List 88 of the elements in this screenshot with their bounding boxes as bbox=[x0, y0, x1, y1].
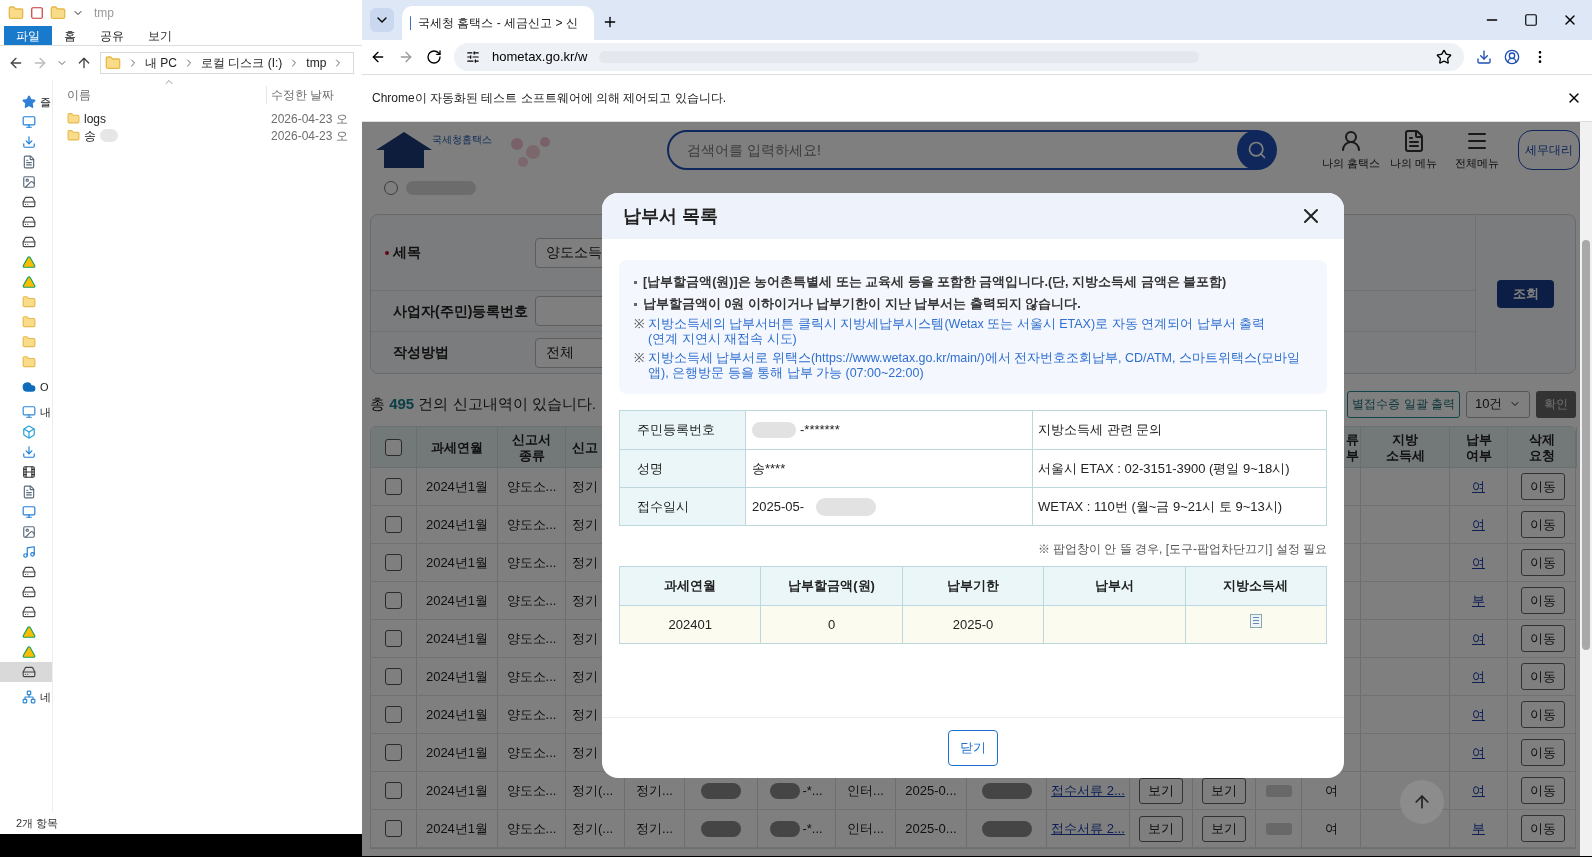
table-cell-text: 양도소... bbox=[506, 667, 557, 686]
column-header: 지방소득세 bbox=[1223, 577, 1289, 596]
info-label: 성명 bbox=[637, 459, 663, 478]
table-cell-text: 여 bbox=[1324, 819, 1338, 838]
table-cell-text: 정기 bbox=[572, 667, 598, 686]
table-cell-text: 정기(... bbox=[572, 819, 614, 838]
notice-text: 지방소득세 납부서로 위택스(https://www.wetax.go.kr/main/)에서 전자번호조회납부, CD/ATM, 스마트위택스(모바일앱), 은행방문 등을 통해 납부 가능 (07:00~22:00) bbox=[648, 351, 1302, 381]
notice-text: [납부할금액(원)]은 농어촌특별세 또는 교육세 등을 포함한 금액입니다.(단, 지방소득세 금액은 불포함) bbox=[643, 274, 1227, 291]
table-cell-text: 2024년1월 bbox=[425, 705, 489, 724]
table-cell-text: 2024년1월 bbox=[425, 667, 489, 686]
column-header: 납부기한 bbox=[947, 577, 999, 596]
table-cell-text: 여 bbox=[1324, 781, 1338, 800]
column-header: 납부 여부 bbox=[1465, 431, 1492, 464]
table-cell-text: 2024년1월 bbox=[425, 515, 489, 534]
file-name: 송 bbox=[84, 127, 96, 145]
table-cell-text: 양도소... bbox=[506, 743, 557, 762]
column-header: 신고 bbox=[572, 439, 598, 456]
table-cell-text: 정기 bbox=[572, 591, 598, 610]
filter-label: 사업자(주민)등록번호 bbox=[393, 301, 529, 321]
table-cell-text: 정기 bbox=[572, 477, 598, 496]
table-cell-text: 2024년1월 bbox=[425, 819, 489, 838]
column-header: 삭제 요청 bbox=[1529, 431, 1555, 464]
table-cell-text: 양도소... bbox=[506, 819, 557, 838]
table-cell-text: 양도소... bbox=[506, 629, 557, 648]
dialog-title: 납부서 목록 bbox=[623, 204, 718, 228]
nav-pane-label: O bbox=[40, 379, 49, 395]
info-label: 주민등록번호 bbox=[637, 421, 715, 440]
table-cell-text: 양도소... bbox=[506, 705, 557, 724]
filter-label: 작성방법 bbox=[393, 343, 449, 362]
column-header: 과세연월 bbox=[431, 439, 483, 456]
info-value: -******* bbox=[800, 421, 840, 440]
table-cell-text: 2025-0... bbox=[905, 781, 957, 800]
table-cell-text: 정기 bbox=[572, 515, 598, 534]
modified-date: 2026-04-23 오 bbox=[270, 110, 348, 128]
table-cell-text: 2024년1월 bbox=[425, 629, 489, 648]
column-header: 류 부 bbox=[1346, 431, 1359, 464]
table-cell-text: -*... bbox=[802, 781, 823, 800]
window-title: tmp bbox=[94, 5, 114, 22]
filter-label: 세목 bbox=[393, 243, 421, 262]
contact-text: 서울시 ETAX : 02-3151-3900 (평일 9~18시) bbox=[1038, 459, 1290, 478]
table-cell-text: 양도소... bbox=[506, 553, 557, 572]
table-cell-text: 정기 bbox=[572, 743, 598, 762]
result-summary: 총 495 건의 신고내역이 있습니다. bbox=[370, 393, 596, 414]
notice-text: 지방소득세의 납부서버튼 클릭시 지방세납부시스템(Wetax 또는 서울시 ETAX)로 자동 연계되어 납부서 출력 (연계 지연시 재접속 시도) bbox=[648, 317, 1265, 347]
table-cell-text: 인터... bbox=[847, 781, 884, 800]
table-cell-text: 양도소... bbox=[506, 591, 557, 610]
table-cell-text: 2024년1월 bbox=[425, 743, 489, 762]
table-cell-text: 정기... bbox=[636, 781, 673, 800]
table-cell-text: 0 bbox=[828, 615, 836, 634]
table-cell-text: 인터... bbox=[847, 819, 884, 838]
nav-pane-label: 내 bbox=[40, 404, 51, 420]
column-header: 납부서 bbox=[1094, 577, 1134, 596]
table-cell-text: 2024년1월 bbox=[425, 553, 489, 572]
remark-mark: ※ bbox=[634, 351, 644, 366]
remark-mark: ※ bbox=[634, 317, 644, 332]
table-cell-text: 2025-0 bbox=[952, 615, 994, 634]
column-header: 과세연월 bbox=[664, 577, 717, 596]
table-cell-text: 정기(... bbox=[572, 781, 614, 800]
table-cell-text: 2024년1월 bbox=[425, 781, 489, 800]
info-value: 송**** bbox=[752, 459, 786, 478]
table-cell-text: 정기 bbox=[572, 553, 598, 572]
table-cell-text: 2024년1월 bbox=[425, 477, 489, 496]
column-header: 지방 소득세 bbox=[1385, 431, 1425, 464]
table-cell-text: 2025-0... bbox=[905, 819, 957, 838]
table-cell-text: 정기 bbox=[572, 629, 598, 648]
table-cell-text: 양도소... bbox=[506, 477, 557, 496]
info-value: 2025-05- bbox=[752, 497, 805, 516]
table-cell-text: -*... bbox=[802, 819, 823, 838]
status-text: 2개 항목 bbox=[16, 815, 59, 831]
nav-pane-label: 네 bbox=[40, 689, 51, 705]
column-header: 신고서 종류 bbox=[512, 431, 551, 464]
info-label: 접수일시 bbox=[637, 497, 689, 516]
popup-note: ※ 팝업창이 안 뜰 경우, [도구-팝업차단끄기] 설정 필요 bbox=[1037, 541, 1327, 558]
table-cell-text: 양도소... bbox=[506, 781, 557, 800]
file-name: logs bbox=[84, 110, 106, 128]
table-cell-text: 2024년1월 bbox=[425, 591, 489, 610]
logo-text: 국세청홈택스 bbox=[432, 133, 492, 147]
table-cell-text: 202401 bbox=[668, 615, 712, 634]
table-cell-text: 양도소... bbox=[506, 515, 557, 534]
modified-date: 2026-04-23 오 bbox=[270, 127, 348, 145]
contact-text: WETAX : 110번 (월~금 9~21시 토 9~13시) bbox=[1038, 497, 1283, 516]
automation-infobar-text: Chrome이 자동화된 테스트 소프트웨어에 의해 제어되고 있습니다. bbox=[372, 90, 727, 107]
table-cell-text: 정기... bbox=[636, 819, 673, 838]
table-cell-text: 정기 bbox=[572, 705, 598, 724]
notice-text: 납부할금액이 0원 이하이거나 납부기한이 지난 납부서는 출력되지 않습니다. bbox=[643, 296, 1081, 313]
column-header: 납부할금액(원) bbox=[788, 577, 875, 596]
contact-text: 지방소득세 관련 문의 bbox=[1038, 421, 1163, 440]
nav-pane-label: 즐 bbox=[40, 94, 51, 110]
